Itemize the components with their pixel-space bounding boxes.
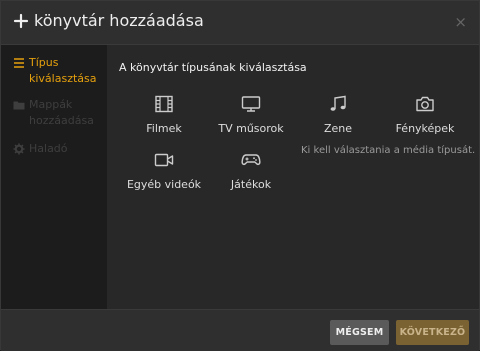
type-option-music[interactable]: Zene [293,95,383,135]
type-label: Filmek [146,122,182,135]
type-required-hint: Ki kell választania a média típusát. [301,145,476,156]
type-option-tv-shows[interactable]: TV műsorok [206,95,296,135]
add-library-dialog: könyvtár hozzáadása × Típus kiválasztása… [0,0,480,351]
type-option-games[interactable]: Játékok [206,151,296,191]
type-label: Egyéb videók [126,178,202,191]
music-icon [330,95,346,111]
type-option-photos[interactable]: Fényképek [380,95,470,135]
type-label: TV műsorok [218,122,284,135]
camera-icon [416,96,434,112]
dialog-footer: MÉGSEM KÖVETKEZŐ [1,309,479,351]
video-camera-icon [154,153,174,167]
sidebar-item-label: Mappák hozzáadása [29,98,94,127]
sidebar-item-label: Típus kiválasztása [29,56,97,85]
sidebar-item-add-folders: Mappák hozzáadása [13,97,105,129]
folder-icon [13,101,25,110]
plus-icon [13,13,29,29]
type-option-other-videos[interactable]: Egyéb videók [119,151,209,191]
type-label: Fényképek [395,122,455,135]
gear-icon [13,143,25,155]
sidebar-item-advanced: Haladó [13,141,105,157]
dialog-header: könyvtár hozzáadása × [1,1,479,45]
section-title: A könyvtár típusának kiválasztása [119,61,307,74]
tv-icon [241,96,261,112]
sidebar-item-select-type[interactable]: Típus kiválasztása [13,55,105,87]
dialog-title: könyvtár hozzáadása [34,11,204,30]
type-label: Játékok [230,178,272,191]
type-label: Zene [323,122,353,135]
sidebar-item-label: Haladó [29,142,68,155]
type-option-movies[interactable]: Filmek [119,95,209,135]
cancel-button[interactable]: MÉGSEM [330,320,389,345]
next-button[interactable]: KÖVETKEZŐ [396,320,469,345]
close-icon[interactable]: × [454,13,467,31]
gamepad-icon [241,154,261,166]
wizard-steps-sidebar: Típus kiválasztása Mappák hozzáadása Hal… [1,45,107,309]
list-icon [14,58,24,68]
library-type-panel: A könyvtár típusának kiválasztása Filmek… [107,45,479,309]
film-icon [155,95,173,113]
